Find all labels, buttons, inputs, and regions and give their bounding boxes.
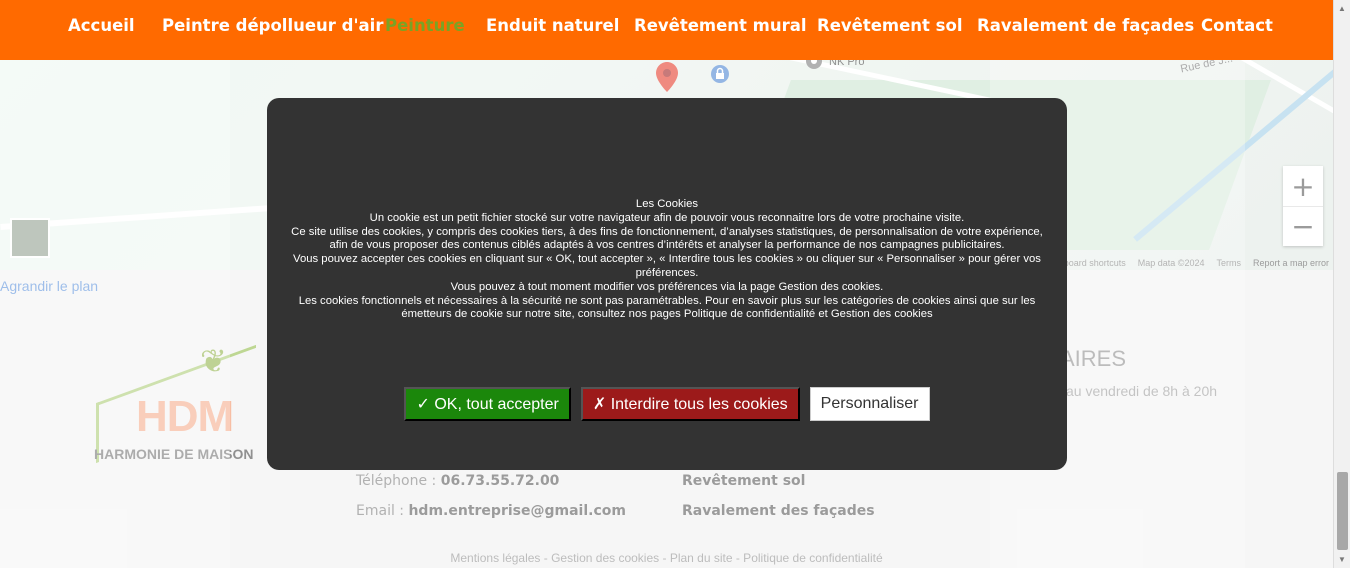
scroll-up-icon[interactable]: ▲: [1338, 4, 1346, 13]
accept-all-button[interactable]: ✓ OK, tout accepter: [404, 387, 571, 421]
nav-item-enduit-naturel[interactable]: Enduit naturel: [486, 16, 619, 35]
page: Accueil Peintre dépollueur d'air Peintur…: [0, 0, 1350, 568]
nav-item-contact[interactable]: Contact: [1201, 16, 1273, 35]
cookie-paragraph: Vous pouvez accepter ces cookies en cliq…: [293, 253, 1041, 279]
cookie-text: Les Cookies Un cookie est un petit fichi…: [287, 198, 1047, 322]
cookie-paragraph: Les cookies fonctionnels et nécessaires …: [298, 294, 1036, 321]
scrollbar-thumb[interactable]: [1337, 472, 1348, 550]
cookie-title: Les Cookies: [635, 198, 699, 210]
cookie-buttons: ✓ OK, tout accepter ✗ Interdire tous les…: [267, 387, 1067, 421]
scroll-down-icon[interactable]: ▼: [1338, 555, 1346, 564]
cookie-paragraph: Ce site utilise des cookies, y compris d…: [291, 225, 1043, 252]
nav-item-ravalement[interactable]: Ravalement de façades: [977, 16, 1194, 35]
customize-button[interactable]: Personnaliser: [809, 387, 930, 421]
deny-all-button[interactable]: ✗ Interdire tous les cookies: [580, 387, 800, 421]
nav-item-peinture[interactable]: Peinture: [385, 16, 465, 35]
page-scrollbar[interactable]: ▲ ▼: [1333, 0, 1350, 568]
main-navigation: Accueil Peintre dépollueur d'air Peintur…: [0, 0, 1333, 60]
cookie-paragraph: Vous pouvez à tout moment modifier vos p…: [450, 280, 884, 293]
cookie-consent-modal: Les Cookies Un cookie est un petit fichi…: [267, 98, 1067, 470]
nav-item-revetement-sol[interactable]: Revêtement sol: [817, 16, 963, 35]
nav-item-revetement-mural[interactable]: Revêtement mural: [634, 16, 807, 35]
backdrop-column: [0, 0, 230, 568]
cookie-paragraph: Un cookie est un petit fichier stocké su…: [369, 211, 965, 224]
nav-item-accueil[interactable]: Accueil: [68, 16, 135, 35]
nav-item-peintre-depollueur[interactable]: Peintre dépollueur d'air: [162, 16, 383, 35]
